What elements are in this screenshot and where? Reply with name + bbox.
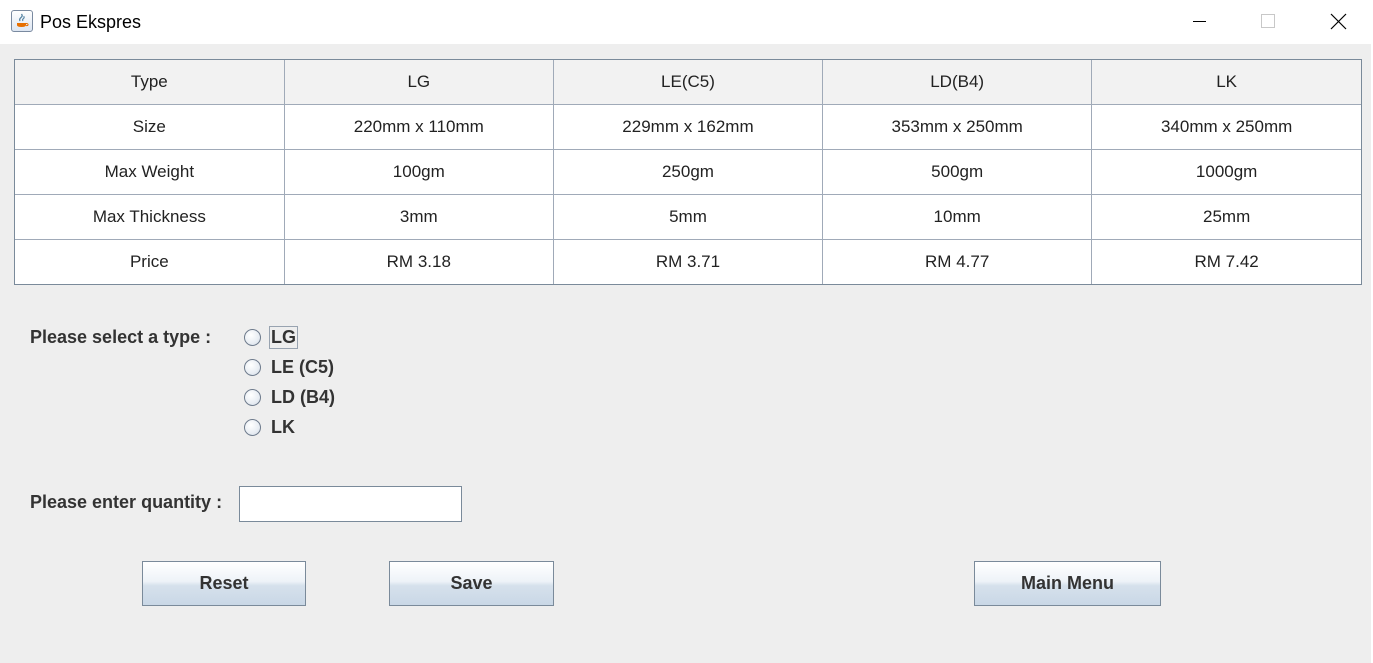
main-menu-button[interactable]: Main Menu xyxy=(974,561,1161,606)
table-cell: RM 4.77 xyxy=(822,239,1093,284)
radio-button-ld-b4[interactable] xyxy=(244,388,261,406)
java-app-icon xyxy=(11,10,33,32)
radio-button-lk[interactable] xyxy=(244,418,261,436)
table-cell: Size xyxy=(15,104,285,150)
table-cell: LD(B4) xyxy=(822,60,1093,105)
radio-option-lg[interactable]: LG xyxy=(244,324,298,350)
table-cell: LK xyxy=(1091,60,1361,105)
type-table-grid: Type LG LE(C5) LD(B4) LK Size 220mm x 11… xyxy=(15,60,1361,284)
table-cell: 25mm xyxy=(1091,194,1361,240)
table-cell: LE(C5) xyxy=(552,60,824,105)
select-type-label: Please select a type : xyxy=(30,327,212,347)
table-cell: Type xyxy=(15,60,285,105)
table-cell: 100gm xyxy=(283,149,554,195)
radio-label-lg[interactable]: LG xyxy=(269,325,298,349)
table-cell: RM 7.42 xyxy=(1091,239,1361,284)
table-cell: 5mm xyxy=(552,194,824,240)
save-button[interactable]: Save xyxy=(389,561,554,606)
table-cell: Price xyxy=(15,239,285,284)
window-title: Pos Ekspres xyxy=(40,12,142,32)
radio-label-ld-b4[interactable]: LD (B4) xyxy=(270,387,336,408)
radio-button-lg[interactable] xyxy=(244,328,261,346)
table-cell: Max Weight xyxy=(15,149,285,195)
quantity-input[interactable] xyxy=(239,486,462,522)
radio-label-le-c5[interactable]: LE (C5) xyxy=(270,357,335,378)
table-cell: LG xyxy=(283,60,554,105)
table-cell: Max Thickness xyxy=(15,194,285,240)
table-cell: RM 3.18 xyxy=(283,239,554,284)
title-bar: Pos Ekspres xyxy=(0,0,1373,44)
table-row: Size 220mm x 110mm 229mm x 162mm 353mm x… xyxy=(15,104,1361,150)
table-cell: 220mm x 110mm xyxy=(283,104,554,150)
radio-option-lk[interactable]: LK xyxy=(244,414,296,440)
table-cell: 353mm x 250mm xyxy=(822,104,1093,150)
table-row: Max Thickness 3mm 5mm 10mm 25mm xyxy=(15,194,1361,240)
radio-button-le-c5[interactable] xyxy=(244,358,261,376)
close-button[interactable] xyxy=(1315,0,1361,44)
table-cell: 250gm xyxy=(552,149,824,195)
table-cell: 3mm xyxy=(283,194,554,240)
maximize-button[interactable] xyxy=(1245,0,1291,44)
minimize-button[interactable] xyxy=(1176,0,1222,44)
table-cell: 1000gm xyxy=(1091,149,1361,195)
table-header-row: Type LG LE(C5) LD(B4) LK xyxy=(15,60,1361,105)
table-cell: 340mm x 250mm xyxy=(1091,104,1361,150)
table-cell: 500gm xyxy=(822,149,1093,195)
envelope-type-table: Type LG LE(C5) LD(B4) LK Size 220mm x 11… xyxy=(14,59,1362,285)
table-cell: 10mm xyxy=(822,194,1093,240)
radio-option-ld-b4[interactable]: LD (B4) xyxy=(244,384,336,410)
radio-option-le-c5[interactable]: LE (C5) xyxy=(244,354,335,380)
table-cell: RM 3.71 xyxy=(552,239,824,284)
quantity-label: Please enter quantity : xyxy=(30,492,223,512)
table-row: Price RM 3.18 RM 3.71 RM 4.77 RM 7.42 xyxy=(15,239,1361,284)
table-cell: 229mm x 162mm xyxy=(552,104,824,150)
radio-label-lk[interactable]: LK xyxy=(270,417,296,438)
table-row: Max Weight 100gm 250gm 500gm 1000gm xyxy=(15,149,1361,195)
reset-button[interactable]: Reset xyxy=(142,561,306,606)
